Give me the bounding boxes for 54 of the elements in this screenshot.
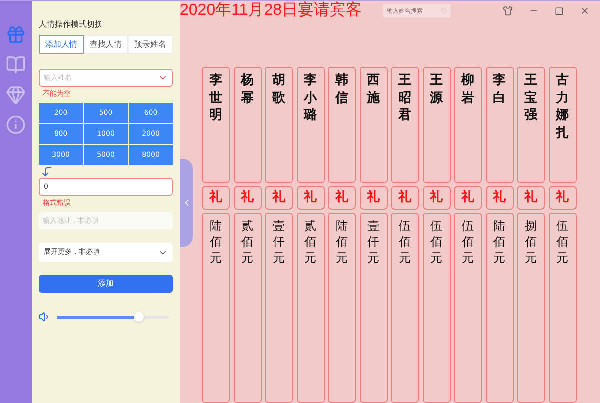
guest-name: 王昭君 [398,72,412,126]
page-title: 2020年11月28日宴请宾客 [180,1,362,21]
maximize-icon[interactable] [555,6,564,16]
gift-amount: 伍佰元 [399,218,411,268]
guest-name: 胡歌 [272,72,286,108]
diamond-icon[interactable] [6,85,26,105]
guest-name: 西施 [367,72,380,108]
guest-name: 柳岩 [462,72,474,108]
mode-tab[interactable]: 查找人情 [84,35,128,54]
guest-name: 李白 [493,72,506,108]
gift-amount: 伍佰元 [556,218,568,268]
gift-icon[interactable] [6,25,26,45]
gift-mark: 礼 [367,188,380,208]
book-icon[interactable] [6,55,26,75]
gift-amount: 陆佰元 [210,218,222,268]
guest-name: 古力娜扎 [556,72,569,143]
skin-icon[interactable] [503,6,513,16]
gift-mark: 礼 [524,188,538,208]
collapse-tab[interactable] [180,159,193,247]
gift-mark: 礼 [210,188,222,208]
gift-amount: 贰佰元 [242,218,254,268]
guest-name: 王宝强 [524,72,538,126]
mode-tab[interactable]: 预录姓名 [128,35,174,54]
volume-icon [39,311,51,323]
mode-tab[interactable]: 添加人情 [39,35,84,54]
gift-mark: 礼 [272,188,286,208]
guest-name: 李世明 [210,72,222,126]
arrow-icon [41,166,53,178]
volume-thumb[interactable] [134,312,144,322]
gift-amount: 陆佰元 [494,218,506,268]
search-icon [441,8,447,14]
gift-mark: 礼 [398,188,412,208]
gift-amount: 伍佰元 [462,218,474,268]
guest-name: 韩信 [336,72,348,108]
info-icon[interactable] [6,115,26,135]
gift-amount: 贰佰元 [304,218,316,268]
gift-mark: 礼 [430,188,443,208]
gift-mark: 礼 [336,188,348,208]
guest-name: 李小璐 [304,72,317,126]
gift-mark: 礼 [304,188,317,208]
gift-mark: 礼 [462,188,474,208]
gift-amount: 伍佰元 [430,218,442,268]
gift-amount: 壹仟元 [273,218,285,268]
gift-mark: 礼 [241,188,254,208]
gift-amount: 壹仟元 [368,218,380,268]
gift-mark: 礼 [556,188,569,208]
close-icon[interactable] [580,6,590,16]
gift-amount: 捌佰元 [525,218,537,268]
gift-mark: 礼 [493,188,506,208]
gift-amount: 陆佰元 [336,218,348,268]
guest-name: 杨幂 [241,72,254,108]
add-button[interactable]: 添加 [39,275,173,293]
guest-name: 王源 [430,72,443,108]
mode-label: 人情操作模式切换 [39,20,104,30]
